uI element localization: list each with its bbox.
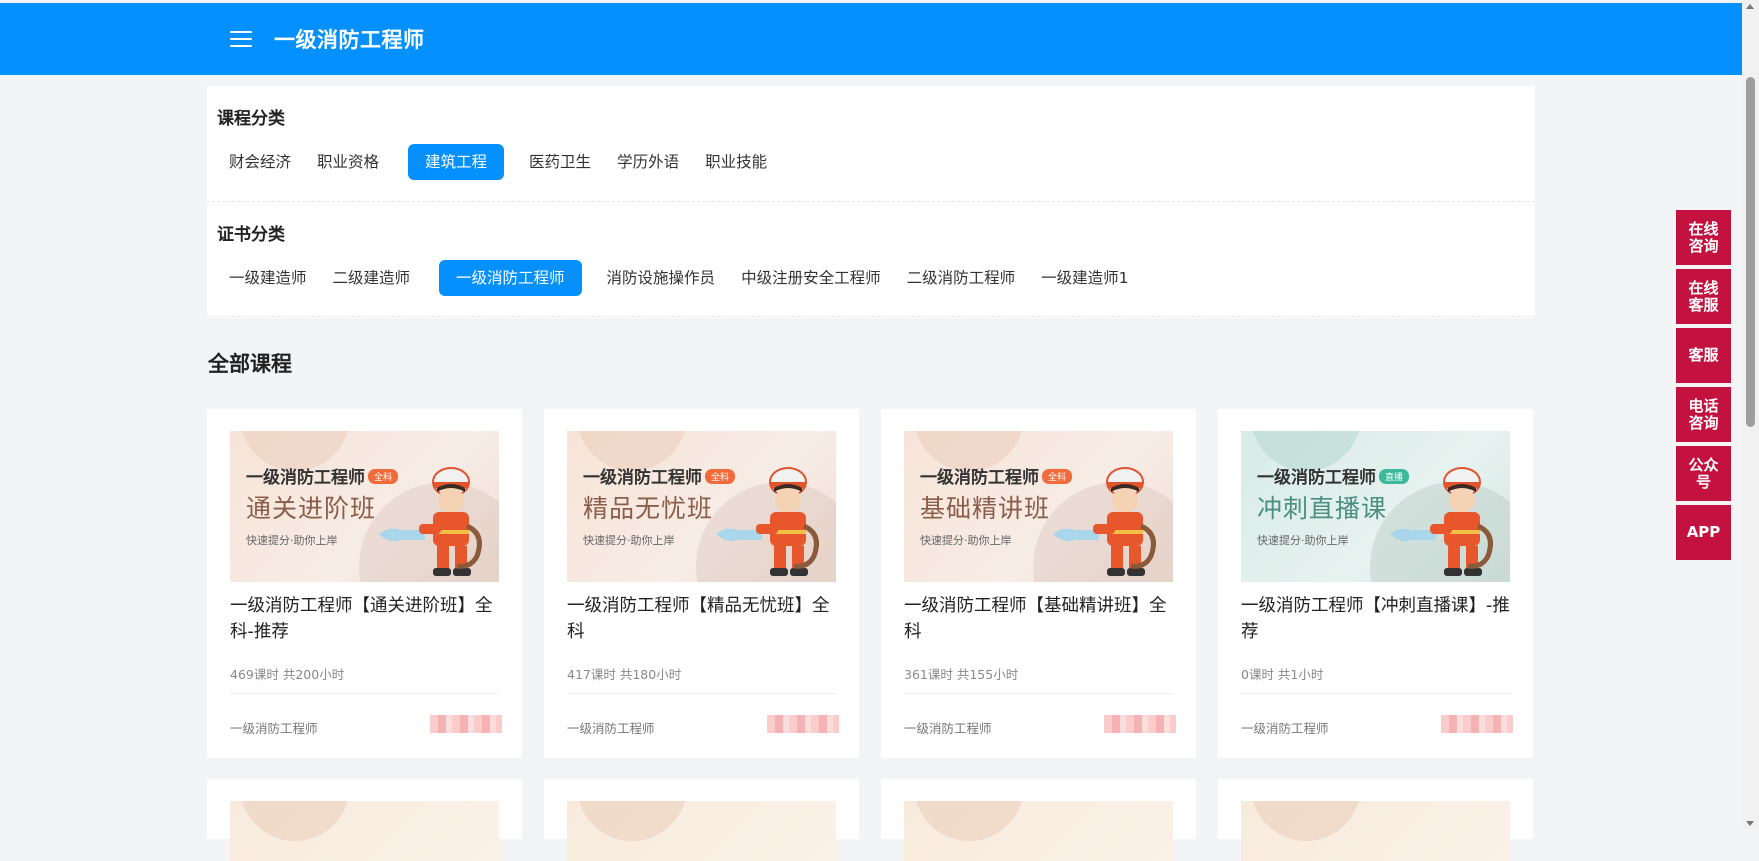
course-thumbnail[interactable] (904, 801, 1173, 861)
course-meta: 417课时 共180小时 (567, 667, 682, 682)
course-cert-label: 一级消防工程师 (230, 721, 318, 736)
hamburger-menu-icon[interactable] (230, 31, 252, 47)
thumb-brand: 一级消防工程师 全科 (246, 463, 399, 488)
course-title[interactable]: 一级消防工程师【冲刺直播课】-推荐 (1241, 593, 1516, 645)
card-divider (230, 693, 499, 694)
certificate-category-item[interactable]: 一级建造师1 (1030, 260, 1139, 296)
course-meta: 469课时 共200小时 (230, 667, 345, 682)
top-header: 一级消防工程师 (0, 3, 1742, 75)
course-category-section: 课程分类 财会经济 职业资格 建筑工程 医药卫生 学历外语 职业技能 (207, 86, 1535, 202)
course-cert-label: 一级消防工程师 (904, 721, 992, 736)
customer-service-button[interactable]: 客服 (1676, 328, 1731, 383)
course-category-item-active[interactable]: 建筑工程 (408, 144, 505, 180)
card-divider (904, 693, 1173, 694)
course-thumbnail[interactable]: 一级消防工程师 全科 精品无忧班 快速提分·助你上岸 (567, 431, 836, 582)
thumb-brand: 一级消防工程师 直播 (1257, 463, 1410, 488)
course-card[interactable]: 一级消防工程师 全科 通关进阶班 快速提分·助你上岸 一级消防工程师【通关进阶班】… (207, 409, 522, 758)
firefighter-icon (1390, 467, 1493, 576)
floating-contact-bar: 在线咨询 在线客服 客服 电话咨询 公众号 APP (1676, 210, 1731, 564)
course-card[interactable] (881, 779, 1196, 861)
thumb-slogan: 快速提分·助你上岸 (246, 534, 338, 547)
course-thumbnail[interactable]: 一级消防工程师 直播 冲刺直播课 快速提分·助你上岸 (1241, 431, 1510, 582)
course-thumbnail[interactable]: 一级消防工程师 全科 通关进阶班 快速提分·助你上岸 (230, 431, 499, 582)
course-card[interactable] (1218, 779, 1533, 861)
phone-consult-button[interactable]: 电话咨询 (1676, 387, 1731, 442)
thumb-class-name: 冲刺直播课 (1257, 494, 1388, 523)
course-cert-label: 一级消防工程师 (1241, 721, 1329, 736)
certificate-category-item[interactable]: 二级消防工程师 (896, 260, 1027, 296)
course-thumbnail[interactable]: 一级消防工程师 全科 基础精讲班 快速提分·助你上岸 (904, 431, 1173, 582)
course-card[interactable] (544, 779, 859, 861)
course-thumbnail[interactable] (230, 801, 499, 861)
official-account-button[interactable]: 公众号 (1676, 446, 1731, 501)
thumb-class-name: 精品无忧班 (583, 494, 714, 523)
certificate-category-item-active[interactable]: 一级消防工程师 (439, 260, 582, 296)
course-card[interactable]: 一级消防工程师 直播 冲刺直播课 快速提分·助你上岸 一级消防工程师【冲刺直播课】… (1218, 409, 1533, 758)
thumb-class-name: 基础精讲班 (920, 494, 1051, 523)
course-thumbnail[interactable] (567, 801, 836, 861)
course-category-item[interactable]: 职业资格 (306, 144, 390, 180)
course-category-list: 财会经济 职业资格 建筑工程 医药卫生 学历外语 职业技能 (218, 144, 782, 180)
online-consult-button[interactable]: 在线咨询 (1676, 210, 1731, 265)
price-blurred (1441, 715, 1513, 733)
certificate-category-title: 证书分类 (217, 225, 285, 245)
certificate-category-item[interactable]: 一级建造师 (218, 260, 318, 296)
thumb-brand: 一级消防工程师 全科 (920, 463, 1073, 488)
course-category-item[interactable]: 财会经济 (218, 144, 302, 180)
page-title: 一级消防工程师 (274, 28, 425, 52)
scroll-up-icon[interactable] (1746, 4, 1754, 9)
thumb-slogan: 快速提分·助你上岸 (920, 534, 1012, 547)
thumb-class-name: 通关进阶班 (246, 494, 377, 523)
course-meta: 361课时 共155小时 (904, 667, 1019, 682)
course-title[interactable]: 一级消防工程师【精品无忧班】全科 (567, 593, 842, 645)
certificate-category-item[interactable]: 二级建造师 (322, 260, 422, 296)
firefighter-icon (379, 467, 482, 576)
course-category-item[interactable]: 学历外语 (606, 144, 690, 180)
price-blurred (767, 715, 839, 733)
scroll-down-icon[interactable] (1746, 821, 1754, 826)
course-card[interactable] (207, 779, 522, 861)
card-divider (1241, 693, 1510, 694)
thumb-slogan: 快速提分·助你上岸 (1257, 534, 1349, 547)
thumb-brand: 一级消防工程师 全科 (583, 463, 736, 488)
course-thumbnail[interactable] (1241, 801, 1510, 861)
course-category-item[interactable]: 医药卫生 (518, 144, 602, 180)
course-card[interactable]: 一级消防工程师 全科 基础精讲班 快速提分·助你上岸 一级消防工程师【基础精讲班】… (881, 409, 1196, 758)
course-title[interactable]: 一级消防工程师【基础精讲班】全科 (904, 593, 1179, 645)
course-meta: 0课时 共1小时 (1241, 667, 1324, 682)
course-title[interactable]: 一级消防工程师【通关进阶班】全科-推荐 (230, 593, 505, 645)
thumb-slogan: 快速提分·助你上岸 (583, 534, 675, 547)
course-category-item[interactable]: 职业技能 (694, 144, 778, 180)
firefighter-icon (716, 467, 819, 576)
course-cert-label: 一级消防工程师 (567, 721, 655, 736)
course-category-title: 课程分类 (217, 109, 285, 129)
online-service-button[interactable]: 在线客服 (1676, 269, 1731, 324)
page-scrollbar[interactable] (1742, 0, 1759, 830)
certificate-category-section: 证书分类 一级建造师 二级建造师 一级消防工程师 消防设施操作员 中级注册安全工… (207, 202, 1535, 317)
filter-panel: 课程分类 财会经济 职业资格 建筑工程 医药卫生 学历外语 职业技能 证书分类 … (207, 86, 1535, 318)
app-button[interactable]: APP (1676, 505, 1731, 560)
certificate-category-list: 一级建造师 二级建造师 一级消防工程师 消防设施操作员 中级注册安全工程师 二级… (218, 260, 1143, 296)
price-blurred (1104, 715, 1176, 733)
price-blurred (430, 715, 502, 733)
firefighter-icon (1053, 467, 1156, 576)
certificate-category-item[interactable]: 中级注册安全工程师 (730, 260, 892, 296)
card-divider (567, 693, 836, 694)
scrollbar-thumb[interactable] (1746, 77, 1755, 427)
course-card[interactable]: 一级消防工程师 全科 精品无忧班 快速提分·助你上岸 一级消防工程师【精品无忧班】… (544, 409, 859, 758)
certificate-category-item[interactable]: 消防设施操作员 (596, 260, 727, 296)
all-courses-heading: 全部课程 (208, 352, 292, 376)
